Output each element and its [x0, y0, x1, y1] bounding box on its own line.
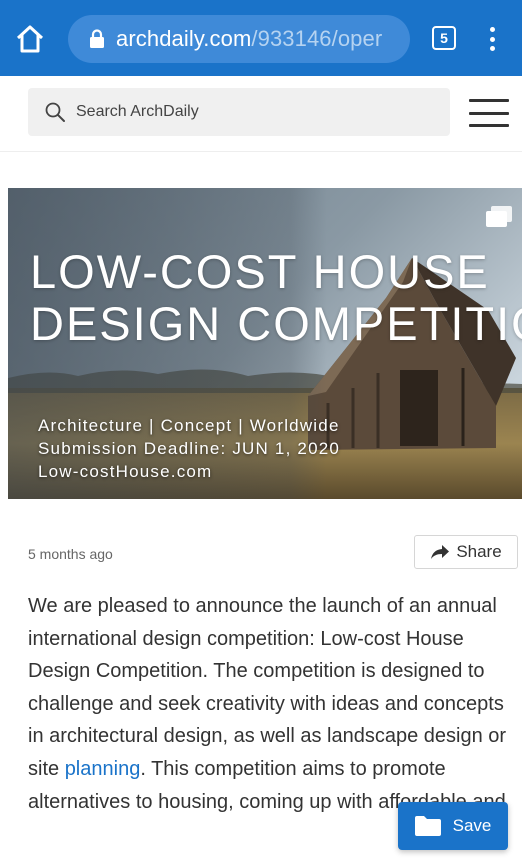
hero-image[interactable]: LOW-COST HOUSE DESIGN COMPETITION Archit… [8, 188, 522, 499]
hero-subtitle-line2: Submission Deadline: JUN 1, 2020 [38, 439, 341, 458]
url-text: archdaily.com/933146/oper [116, 26, 382, 52]
hero-title: LOW-COST HOUSE DESIGN COMPETITION [30, 246, 522, 350]
search-input[interactable]: Search ArchDaily [28, 88, 450, 136]
save-button[interactable]: Save [398, 802, 508, 850]
url-domain: archdaily.com [116, 26, 252, 51]
site-header: Search ArchDaily [0, 76, 522, 152]
publish-time: 5 months ago [28, 546, 113, 562]
search-placeholder: Search ArchDaily [76, 103, 199, 120]
article-text-1: We are pleased to announce the launch of… [28, 595, 507, 780]
hero-title-line2: DESIGN COMPETITION [30, 297, 522, 350]
search-icon [45, 102, 65, 122]
gallery-icon[interactable] [486, 206, 512, 228]
hero-subtitle-line3: Low-costHouse.com [38, 462, 213, 481]
more-vert-icon[interactable] [480, 24, 504, 54]
planning-link[interactable]: planning [65, 758, 141, 780]
share-label: Share [456, 542, 502, 561]
hamburger-menu-icon[interactable] [469, 99, 509, 127]
tab-count: 5 [440, 30, 448, 46]
article-body: We are pleased to announce the launch of… [28, 590, 520, 818]
address-bar[interactable]: archdaily.com/933146/oper [68, 15, 410, 63]
hero-subtitle: Architecture | Concept | Worldwide Submi… [38, 414, 340, 483]
hero-subtitle-line1: Architecture | Concept | Worldwide [38, 416, 340, 435]
tabs-icon[interactable]: 5 [432, 26, 456, 50]
browser-toolbar: archdaily.com/933146/oper 5 [0, 0, 522, 76]
lock-icon [90, 29, 104, 48]
home-icon[interactable] [14, 24, 46, 54]
folder-icon [414, 816, 441, 836]
save-label: Save [452, 816, 492, 835]
share-arrow-icon [431, 545, 450, 559]
url-path: /933146/oper [251, 26, 383, 51]
hero-title-line1: LOW-COST HOUSE [30, 245, 490, 298]
share-button[interactable]: Share [414, 535, 518, 569]
